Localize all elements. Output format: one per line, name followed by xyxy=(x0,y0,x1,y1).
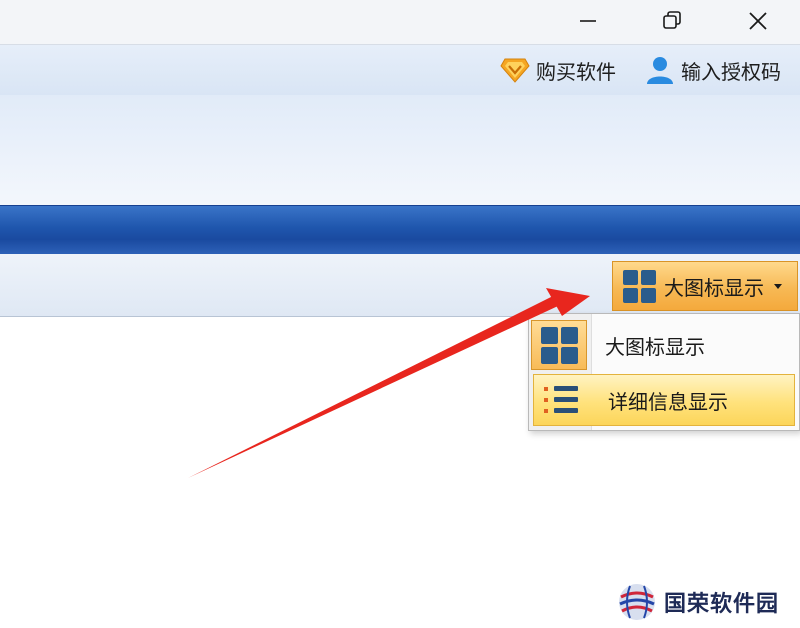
annotation-arrow xyxy=(188,288,590,478)
watermark-text: 国荣软件园 xyxy=(664,592,780,617)
watermark: 国荣软件园 xyxy=(616,580,779,624)
globe-logo-icon xyxy=(619,584,655,620)
